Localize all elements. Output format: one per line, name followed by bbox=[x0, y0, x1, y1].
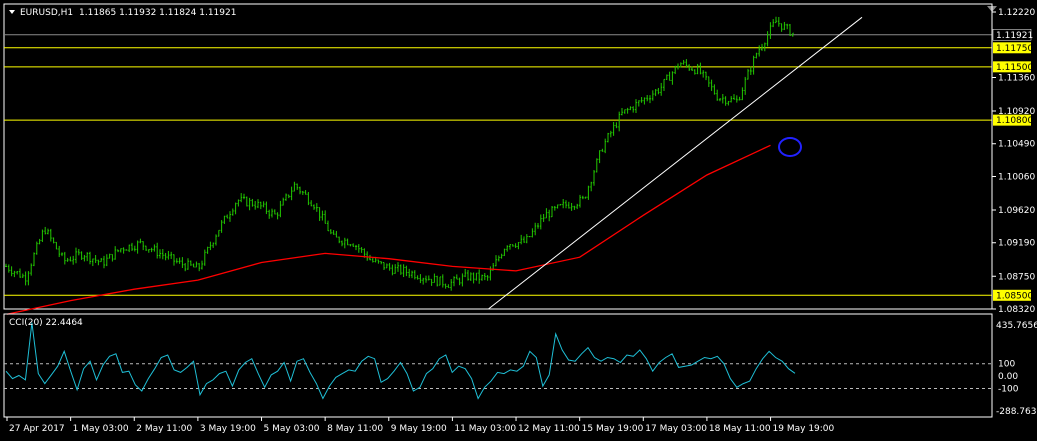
cci-panel-border bbox=[3, 313, 993, 418]
time-tick-label: 9 May 19:00 bbox=[391, 424, 447, 434]
price-tick-label: 1.10060 bbox=[998, 172, 1035, 182]
trading-chart[interactable]: EURUSD,H1 1.11865 1.11932 1.11824 1.1192… bbox=[0, 0, 1037, 441]
highlight-circle-marker bbox=[778, 137, 802, 157]
cci-panel[interactable]: 100 0.00 -100 CCI(20) 22.4464 435.7656 -28… bbox=[3, 313, 1037, 418]
sr-price-tag-label: 1.11750 bbox=[996, 44, 1033, 54]
price-panel-border bbox=[3, 3, 993, 310]
symbol-label: EURUSD,H1 bbox=[20, 8, 73, 18]
cci-level-label: -100 bbox=[998, 385, 1019, 395]
time-tick-label: 17 May 03:00 bbox=[645, 424, 707, 434]
sr-price-tag-label: 1.08500 bbox=[996, 291, 1033, 301]
ohlc-values: 1.11865 1.11932 1.11824 1.11921 bbox=[79, 8, 236, 18]
time-tick-label: 15 May 19:00 bbox=[582, 424, 644, 434]
candles bbox=[5, 16, 794, 291]
time-tick-label: 19 May 19:00 bbox=[773, 424, 835, 434]
cci-axis-min: -288.7633 bbox=[996, 407, 1037, 417]
sr-price-tag-label: 1.11500 bbox=[996, 63, 1033, 73]
time-tick-label: 2 May 11:00 bbox=[136, 424, 192, 434]
time-tick-label: 18 May 11:00 bbox=[709, 424, 771, 434]
main-price-panel[interactable]: EURUSD,H1 1.11865 1.11932 1.11824 1.1192… bbox=[3, 3, 997, 315]
price-axis[interactable]: 1.122201.113601.109201.104901.100601.096… bbox=[991, 4, 1035, 315]
price-tick-label: 1.09190 bbox=[998, 239, 1035, 249]
time-axis[interactable]: 27 Apr 2017 1 May 03:00 2 May 11:00 3 May 1… bbox=[6, 417, 835, 434]
time-tick-label: 8 May 11:00 bbox=[327, 424, 383, 434]
cci-axis-max: 435.7656 bbox=[996, 321, 1037, 331]
price-tick-label: 1.10490 bbox=[998, 140, 1035, 150]
current-price-tag-label: 1.11921 bbox=[996, 31, 1033, 41]
time-tick-label: 5 May 03:00 bbox=[264, 424, 320, 434]
symbol-dropdown-icon[interactable] bbox=[9, 10, 15, 14]
time-tick-label: 12 May 11:00 bbox=[518, 424, 580, 434]
cci-level-label: 100 bbox=[998, 360, 1015, 370]
cci-level-lines: 100 0.00 -100 bbox=[4, 360, 1019, 395]
time-tick-label: 1 May 03:00 bbox=[73, 424, 129, 434]
time-tick-label: 27 Apr 2017 bbox=[9, 424, 65, 434]
cci-label: CCI(20) 22.4464 bbox=[9, 318, 83, 328]
price-tick-label: 1.11360 bbox=[998, 73, 1035, 83]
price-tick-label: 1.09620 bbox=[998, 206, 1035, 216]
sr-price-tag-label: 1.10800 bbox=[996, 116, 1033, 126]
cci-line bbox=[5, 322, 796, 400]
price-tick-label: 1.12220 bbox=[998, 8, 1035, 18]
time-tick-label: 3 May 19:00 bbox=[200, 424, 256, 434]
price-tick-label: 1.08750 bbox=[998, 272, 1035, 282]
moving-average-line bbox=[6, 144, 771, 315]
time-tick-label: 11 May 03:00 bbox=[454, 424, 516, 434]
support-resistance-lines bbox=[4, 47, 992, 296]
cci-level-label: 0.00 bbox=[998, 372, 1018, 382]
price-tick-label: 1.08320 bbox=[998, 305, 1035, 315]
trendline[interactable] bbox=[488, 16, 863, 310]
